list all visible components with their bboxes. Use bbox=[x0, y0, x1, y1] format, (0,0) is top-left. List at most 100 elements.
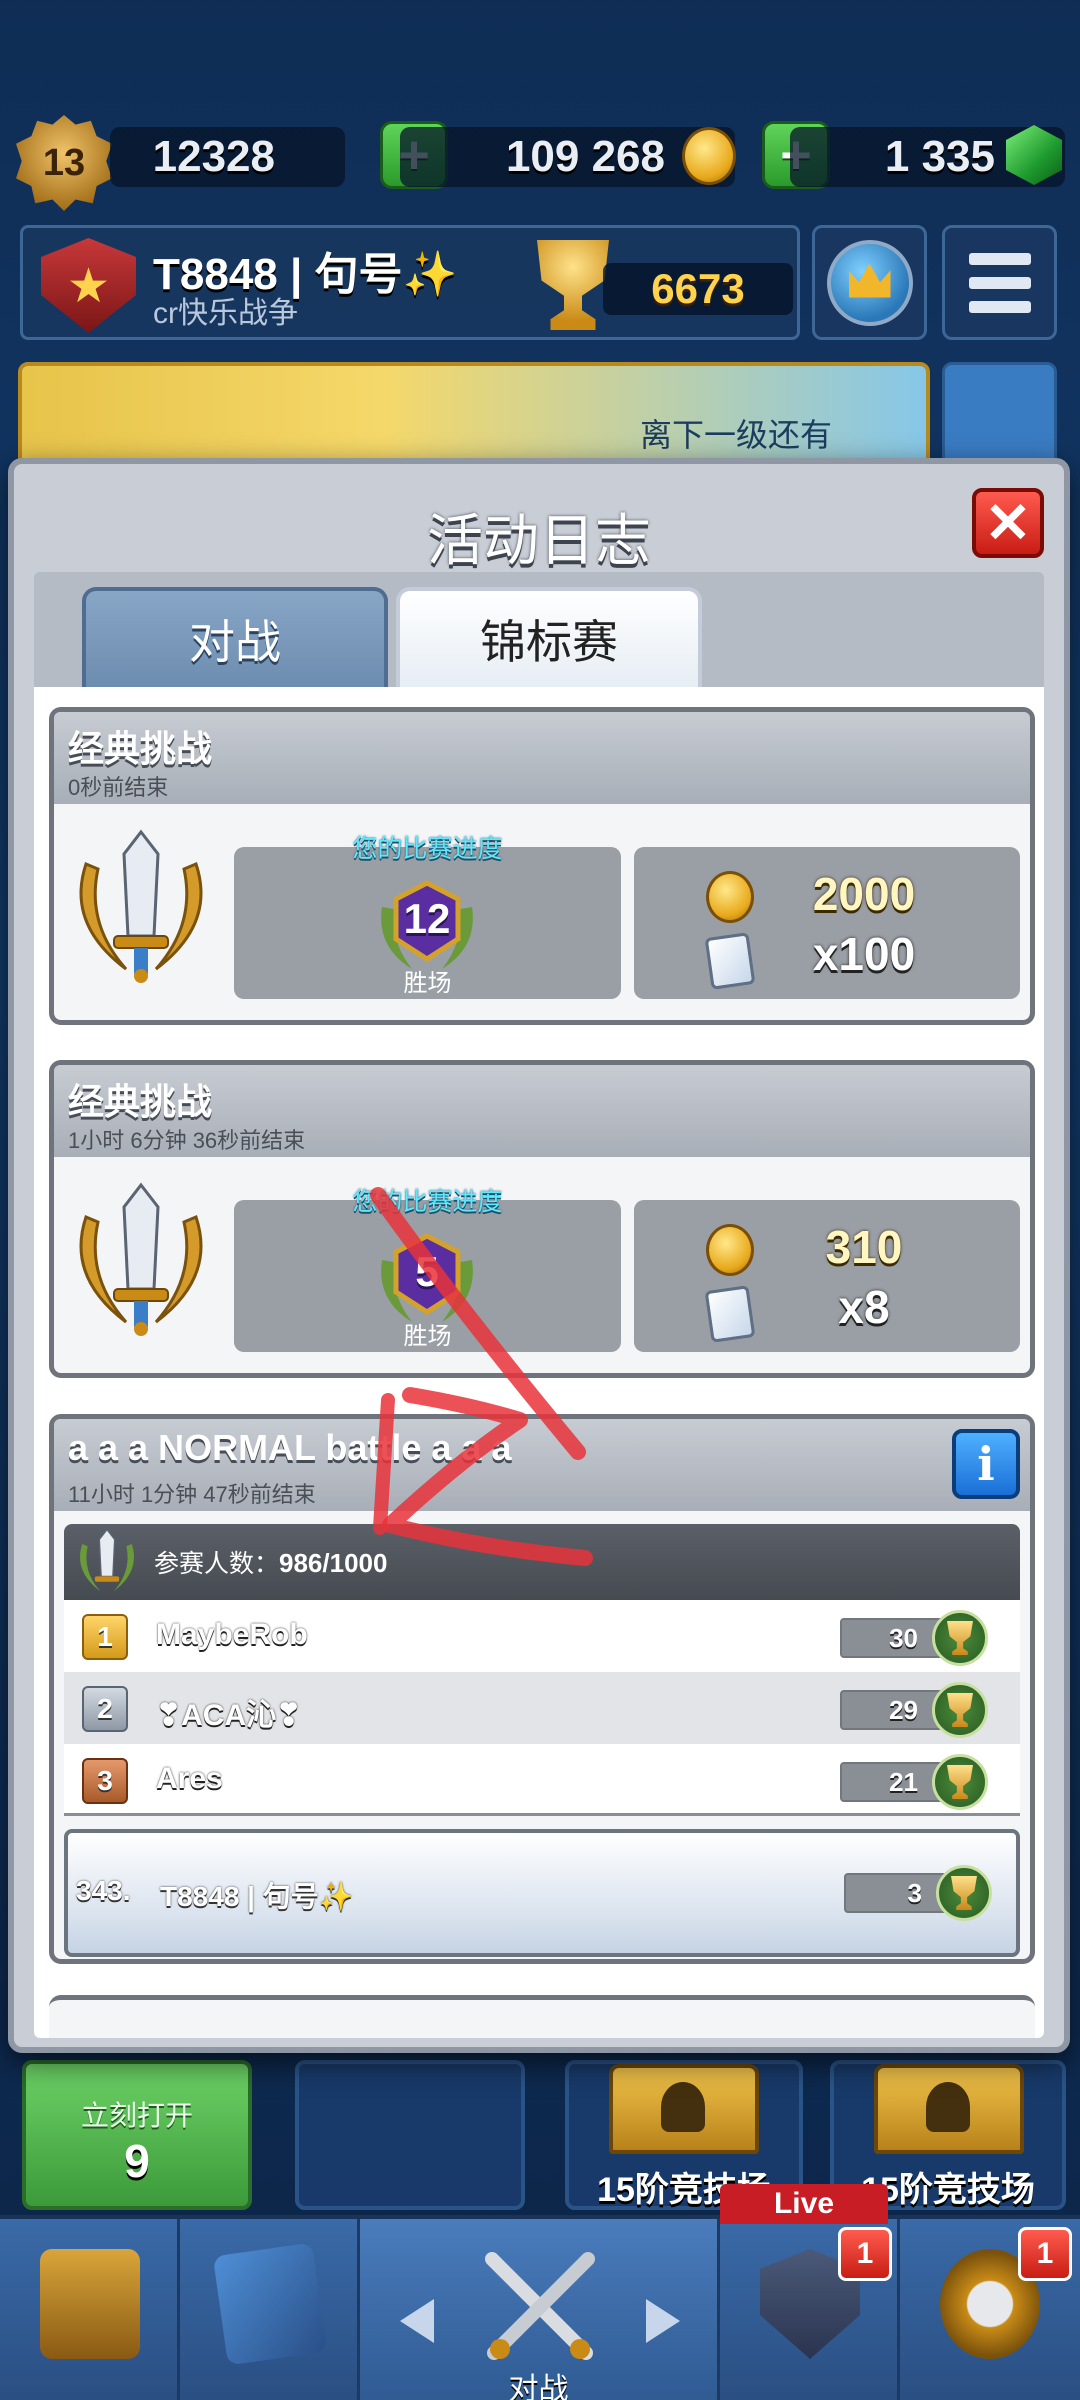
wins-count: 5 bbox=[415, 1248, 439, 1295]
friends-button[interactable] bbox=[942, 362, 1057, 472]
challenge-card: 经典挑战 0秒前结束 您的比赛进度 12 胜场 2000 x100 bbox=[49, 707, 1035, 1025]
tournament-log-list[interactable]: 经典挑战 0秒前结束 您的比赛进度 12 胜场 2000 x100 经典挑战 1… bbox=[34, 687, 1044, 2038]
nav-shop[interactable] bbox=[0, 2219, 180, 2400]
card-reward: x100 bbox=[812, 928, 916, 980]
gold-value: 109 268 bbox=[505, 132, 665, 181]
card-reward-icon bbox=[704, 932, 756, 990]
participants-label: 参赛人数： bbox=[154, 1550, 280, 1578]
lock-icon bbox=[926, 2082, 970, 2132]
activity-log-modal: 活动日志 ✕ 对战 锦标赛 经典挑战 0秒前结束 您的比赛进度 12 胜场 20… bbox=[8, 458, 1070, 2053]
trophy-icon bbox=[932, 1754, 988, 1810]
tournament-ended-time: 11小时 1分钟 47秒前结束 bbox=[68, 1482, 316, 1507]
card-header: 经典挑战 1小时 6分钟 36秒前结束 bbox=[54, 1065, 1030, 1157]
close-icon: ✕ bbox=[984, 491, 1032, 554]
player-name: ❣ACA沁❣ bbox=[156, 1699, 302, 1732]
my-player-name: T8848 | 句号✨ bbox=[160, 1881, 354, 1912]
tournament-title: a a a NORMAL battle a a a bbox=[68, 1427, 512, 1468]
tab-tournament[interactable]: 锦标赛 bbox=[396, 587, 702, 687]
gold-coin-icon bbox=[682, 127, 736, 185]
lock-icon bbox=[661, 2082, 705, 2132]
leaderboard-row[interactable]: 1 MaybeRob 30 bbox=[64, 1600, 1020, 1672]
challenge-title: 经典挑战 bbox=[68, 728, 213, 769]
info-icon: i bbox=[977, 1437, 995, 1491]
gem-value: 1 335 bbox=[884, 132, 995, 181]
leaderboard-row[interactable]: 3 Ares 21 bbox=[64, 1744, 1020, 1816]
reward-box: 2000 x100 bbox=[634, 847, 1020, 999]
tournament-card: a a a NORMAL battle a a a 11小时 1分钟 47秒前结… bbox=[49, 1414, 1035, 1964]
unlock-cost: 9 bbox=[124, 2135, 150, 2187]
nav-cards[interactable] bbox=[180, 2219, 360, 2400]
player-name: MaybeRob bbox=[156, 1618, 308, 1651]
card-reward-icon bbox=[704, 1285, 756, 1343]
close-button[interactable]: ✕ bbox=[972, 488, 1044, 558]
wins-count: 12 bbox=[403, 895, 451, 942]
match-progress-box: 您的比赛进度 12 胜场 bbox=[234, 835, 621, 999]
progress-label: 您的比赛进度 bbox=[352, 1188, 503, 1216]
bottom-navbar: 对战 1 1 bbox=[0, 2215, 1080, 2400]
level-badge[interactable]: 13 bbox=[16, 115, 112, 211]
progress-label: 您的比赛进度 bbox=[352, 835, 503, 863]
unlock-now-label: 立刻打开 bbox=[80, 2100, 193, 2131]
participants-bar: 参赛人数：986/1000 bbox=[64, 1524, 1020, 1600]
card-header: 经典挑战 0秒前结束 bbox=[54, 712, 1030, 804]
menu-button[interactable] bbox=[942, 225, 1057, 340]
trophy-icon bbox=[936, 1865, 992, 1921]
tab-container: 对战 锦标赛 经典挑战 0秒前结束 您的比赛进度 12 胜场 2000 x100… bbox=[34, 572, 1044, 2038]
shop-chest-icon bbox=[40, 2249, 140, 2359]
card-reward: x8 bbox=[838, 1281, 890, 1333]
player-name: Ares bbox=[156, 1762, 223, 1795]
clan-notification-badge: 1 bbox=[838, 2227, 892, 2281]
player-profile[interactable]: ★ T8848 | 句号✨ cr快乐战争 6673 bbox=[20, 225, 800, 340]
gold-coin-icon bbox=[706, 871, 754, 923]
sword-laurel-icon bbox=[80, 1528, 134, 1592]
wins-label: 胜场 bbox=[403, 1323, 452, 1350]
live-tag: Live bbox=[720, 2184, 888, 2224]
leaderboard-row[interactable]: 2 ❣ACA沁❣ 29 bbox=[64, 1672, 1020, 1744]
hamburger-menu-icon bbox=[968, 252, 1031, 313]
challenge-ended-time: 0秒前结束 bbox=[68, 775, 169, 800]
nav-next-arrow-icon[interactable] bbox=[646, 2299, 680, 2343]
cards-icon bbox=[212, 2242, 328, 2366]
rank-badge: 3 bbox=[82, 1758, 128, 1804]
match-progress-box: 您的比赛进度 5 胜场 bbox=[234, 1188, 621, 1352]
next-card-edge bbox=[49, 1995, 1035, 2038]
clan-name: cr快乐战争 bbox=[153, 297, 298, 330]
rank-badge: 2 bbox=[82, 1686, 128, 1732]
trophy-icon bbox=[932, 1682, 988, 1738]
trophy-icon bbox=[932, 1610, 988, 1666]
card-header: a a a NORMAL battle a a a 11小时 1分钟 47秒前结… bbox=[54, 1419, 1030, 1511]
wins-label: 胜场 bbox=[403, 970, 452, 997]
reward-box: 310 x8 bbox=[634, 1200, 1020, 1352]
nav-clan[interactable]: 1 bbox=[720, 2219, 900, 2400]
sword-laurel-icon bbox=[79, 829, 203, 983]
nav-battle-label: 对战 bbox=[508, 2373, 569, 2400]
globe-crown-icon bbox=[826, 239, 913, 326]
resource-bar: 13 12328 + 109 268 + 1 335 bbox=[0, 115, 1080, 211]
rank-badge: 1 bbox=[82, 1614, 128, 1660]
info-button[interactable]: i bbox=[952, 1429, 1020, 1499]
participants-count: 参赛人数：986/1000 bbox=[154, 1544, 387, 1580]
tab-battle[interactable]: 对战 bbox=[82, 587, 388, 687]
clan-badge-icon: ★ bbox=[41, 238, 136, 333]
trophy-count: 6673 bbox=[603, 263, 793, 315]
pass-progress-label: 离下一级还有 bbox=[640, 417, 833, 453]
nav-prev-arrow-icon[interactable] bbox=[400, 2299, 434, 2343]
royal-tv-button[interactable] bbox=[812, 225, 927, 340]
modal-title: 活动日志 bbox=[427, 509, 651, 572]
gold-reward: 310 bbox=[825, 1221, 903, 1273]
chest-slot-unlock[interactable]: 立刻打开 9 bbox=[22, 2060, 252, 2210]
sword-laurel-icon bbox=[79, 1182, 203, 1336]
challenge-card: 经典挑战 1小时 6分钟 36秒前结束 您的比赛进度 5 胜场 310 x8 bbox=[49, 1060, 1035, 1378]
participants-value: 986/1000 bbox=[279, 1548, 388, 1578]
challenge-ended-time: 1小时 6分钟 36秒前结束 bbox=[68, 1128, 306, 1153]
crossed-swords-icon bbox=[478, 2249, 602, 2369]
my-ranking-row[interactable]: 343. T8848 | 句号✨ 3 bbox=[64, 1829, 1020, 1957]
challenge-title: 经典挑战 bbox=[68, 1081, 213, 1122]
events-notification-badge: 1 bbox=[1018, 2227, 1072, 2281]
gold-reward: 2000 bbox=[812, 868, 916, 920]
nav-events[interactable]: 1 bbox=[900, 2219, 1080, 2400]
my-rank: 343. bbox=[76, 1875, 131, 1906]
chest-slot-empty[interactable] bbox=[295, 2060, 525, 2210]
xp-counter: 12328 bbox=[110, 127, 345, 187]
xp-value: 12328 bbox=[152, 132, 275, 181]
